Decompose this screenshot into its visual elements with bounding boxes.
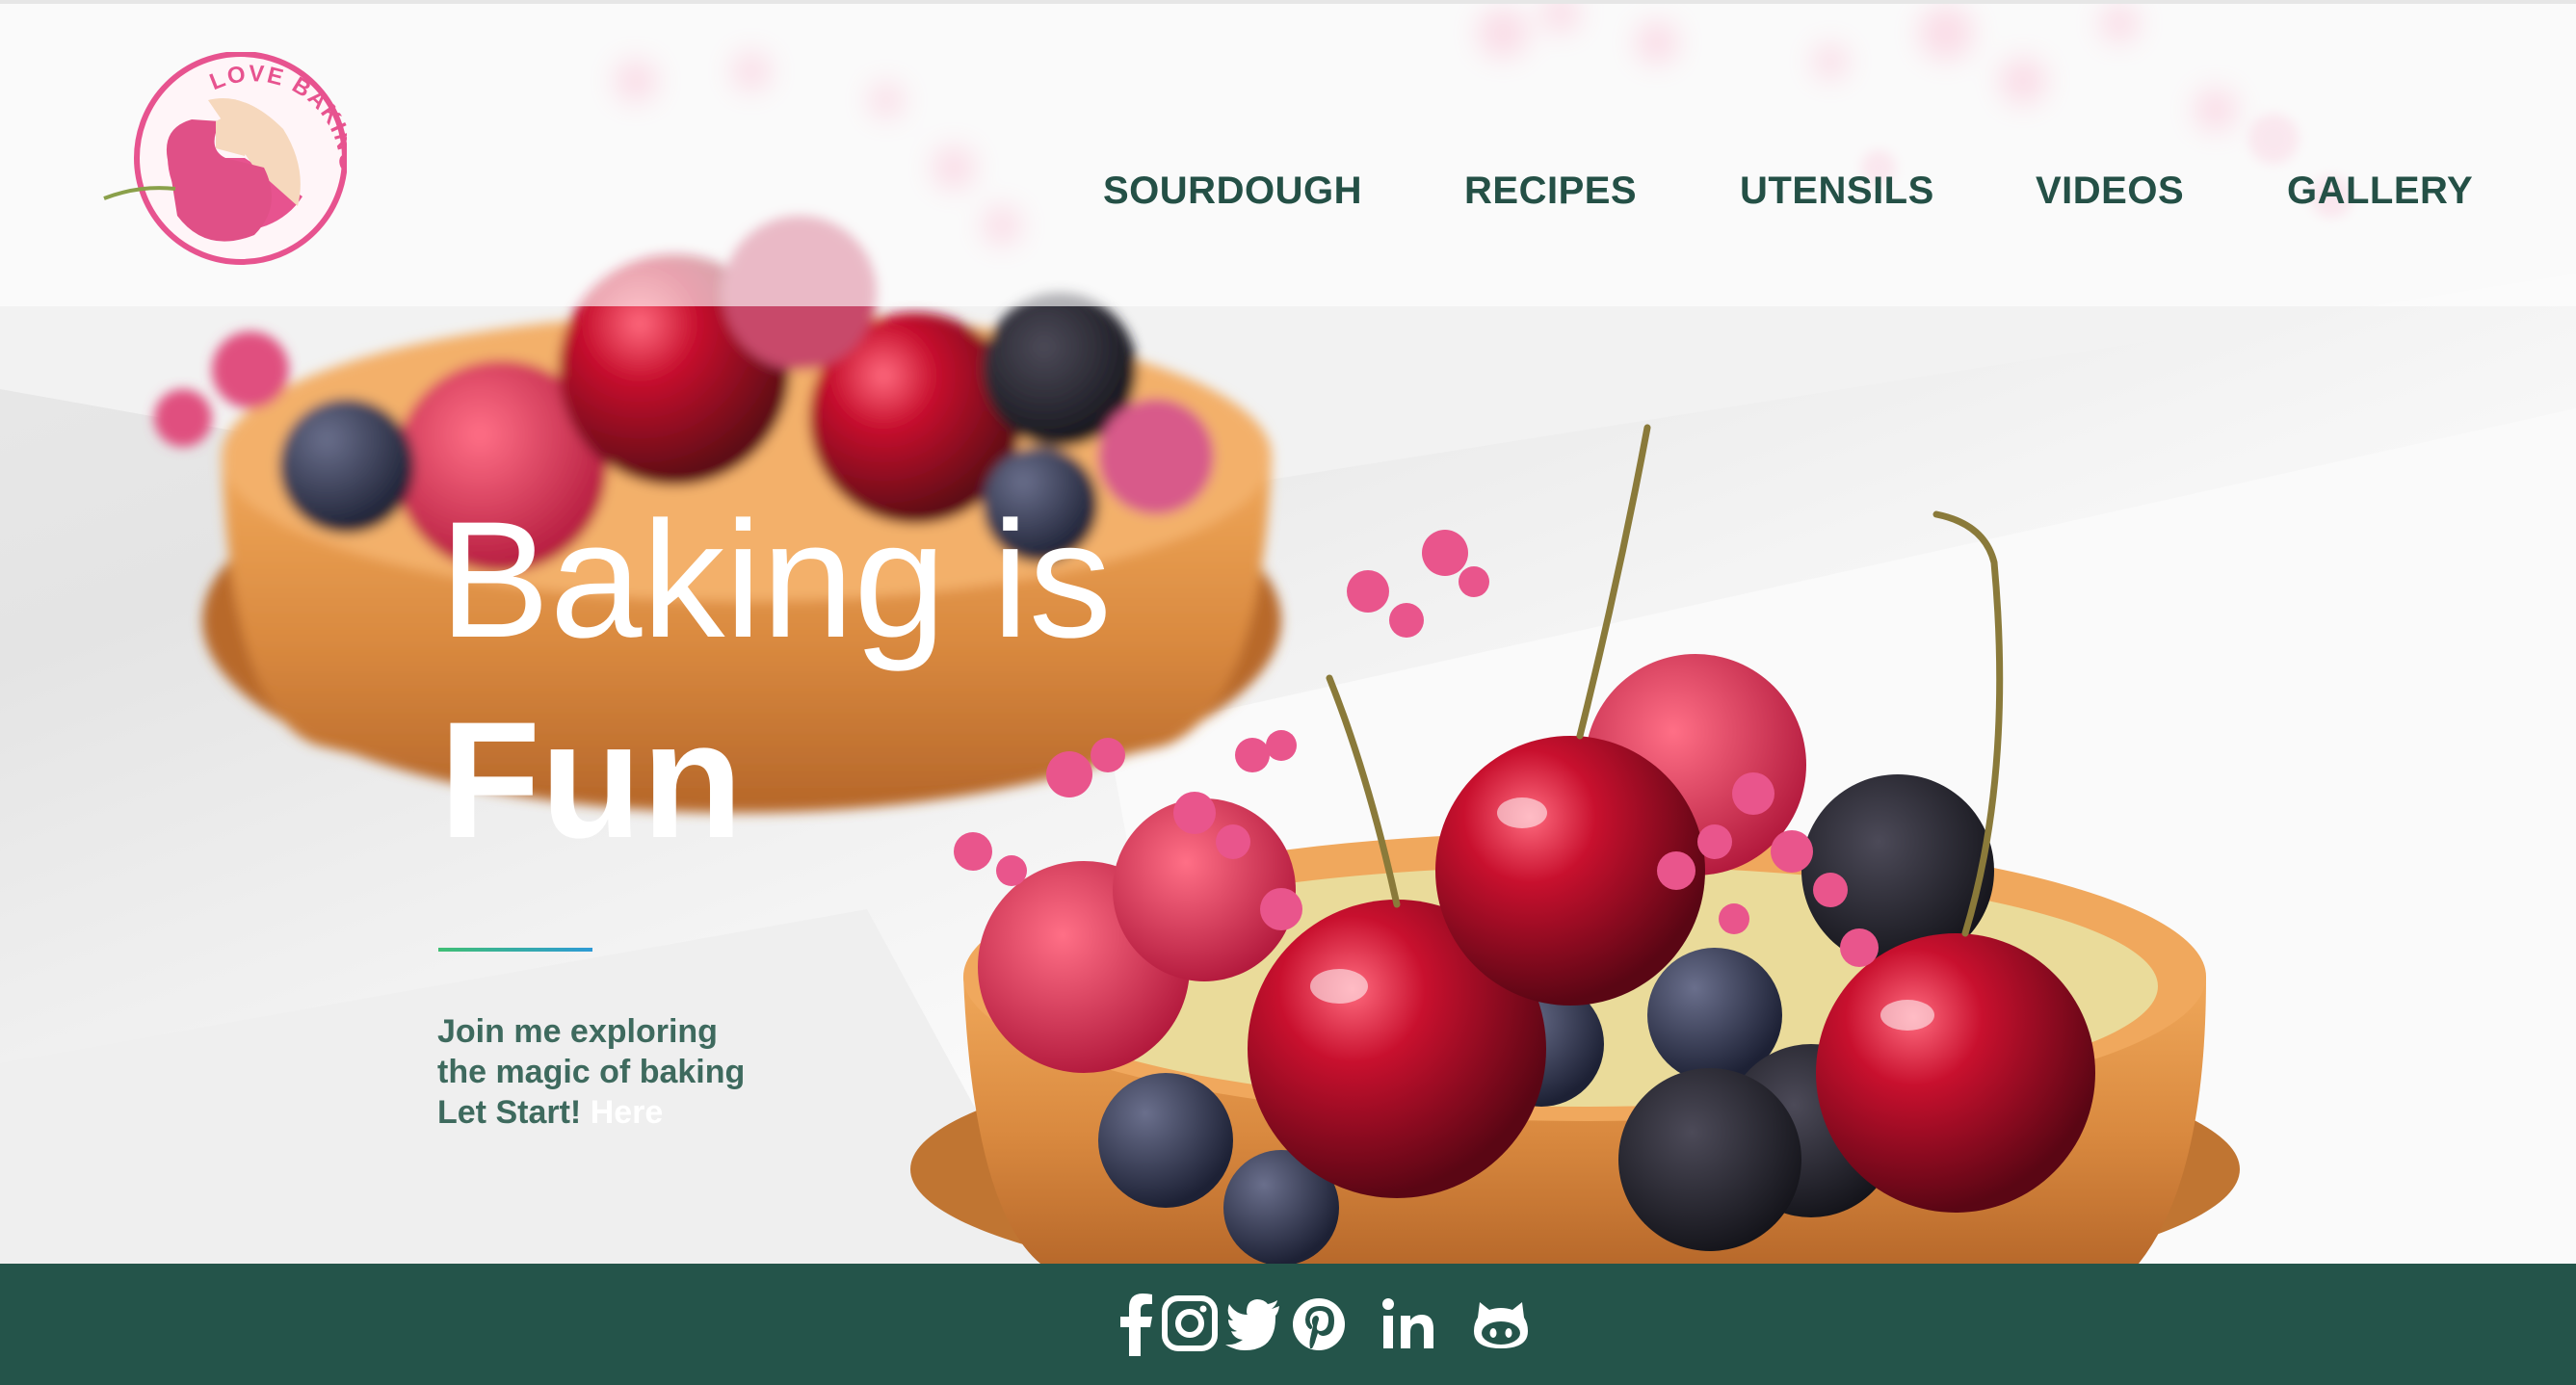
tagline-line-2: the magic of baking <box>437 1054 746 1090</box>
pinterest-icon[interactable] <box>1289 1291 1349 1358</box>
linkedin-icon[interactable] <box>1380 1291 1439 1358</box>
tagline-prefix: Let Start! <box>437 1094 582 1131</box>
nav-item-utensils[interactable]: UTENSILS <box>1740 170 1934 213</box>
tagline-line-3: Let Start! Here <box>437 1092 745 1133</box>
header-band <box>0 4 2576 306</box>
twitter-icon[interactable] <box>1225 1291 1283 1358</box>
footer <box>0 1264 2576 1385</box>
facebook-icon[interactable] <box>1108 1291 1166 1358</box>
hero-headline: Baking is Fun <box>439 497 1112 863</box>
start-here-link[interactable]: Here <box>591 1094 664 1131</box>
github-icon[interactable] <box>1470 1291 1532 1358</box>
hero-section: LOVE BAKING SOURDOUGH RECIPES UTENSILS V… <box>0 4 2576 1264</box>
hero-tagline: Join me exploring the magic of baking Le… <box>437 1011 745 1133</box>
nav-item-videos[interactable]: VIDEOS <box>2036 170 2184 213</box>
accent-divider <box>438 948 592 952</box>
instagram-icon[interactable] <box>1160 1291 1220 1358</box>
nav-item-gallery[interactable]: GALLERY <box>2287 170 2473 213</box>
headline-line-2: Fun <box>439 688 744 873</box>
love-baking-logo[interactable]: LOVE BAKING <box>100 51 358 272</box>
tagline-line-1: Join me exploring <box>437 1013 718 1050</box>
nav-item-sourdough[interactable]: SOURDOUGH <box>1103 170 1362 213</box>
headline-line-1: Baking is <box>439 487 1112 672</box>
nav-item-recipes[interactable]: RECIPES <box>1464 170 1637 213</box>
